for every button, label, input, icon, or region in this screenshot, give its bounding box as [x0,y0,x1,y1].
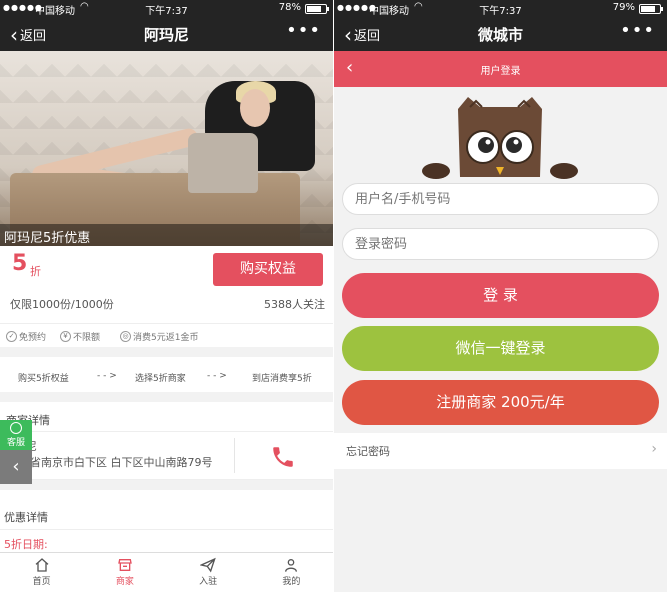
page-title: 微城市 [477,26,523,44]
phone-left-screen: ●●●●● 中国移动 ◠ 下午7:37 78% ‹ 返回 阿玛尼 ••• 阿玛尼… [0,0,333,592]
login-title: 用户登录 [480,66,521,77]
features-row: ✓ 免预约 ¥ 不限额 ◎ 消费5元返1金币 [0,323,333,347]
discount-value: 5 [12,251,28,276]
password-input[interactable] [342,228,659,260]
page-title: 阿玛尼 [143,26,189,44]
phone-right-screen: ●●●●● 中国移动 ◠ 下午7:37 79% ‹ 返回 微城市 ••• ‹ 用… [334,0,667,592]
status-bar: ●●●●● 中国移动 ◠ 下午7:37 79% [334,0,667,17]
battery-percent: 79% [612,2,635,13]
phone-call-icon[interactable] [270,444,296,470]
feature-no-booking: ✓ 免预约 [6,330,46,343]
login-button[interactable]: 登 录 [342,273,659,318]
login-header: ‹ 用户登录 [334,51,667,87]
shop-icon [118,559,132,571]
chevron-right-icon: › [651,441,657,457]
battery-icon [639,4,663,14]
step-arrow-1: - - > [97,371,117,381]
yen-circle-icon: ¥ [60,331,71,342]
step-3: 到店消费享5折 [252,374,312,384]
step-arrow-2: - - > [207,371,227,381]
merchant-address: 江苏省南京市白下区 白下区中山南路79号 [8,456,213,469]
stats-row: 仅限1000份/1000份 5388人关注 [0,294,333,314]
send-icon [200,557,216,573]
chat-icon [10,422,22,434]
float-back-button[interactable]: ‹ [0,450,32,484]
banner-caption: 阿玛尼5折优惠 [0,224,333,246]
battery-percent: 78% [278,2,301,13]
nav-bar: ‹ 返回 阿玛尼 ••• [0,17,333,51]
home-icon [35,558,49,572]
register-merchant-button[interactable]: 注册商家 200元/年 [342,380,659,425]
tab-mine[interactable]: 我的 [250,553,333,592]
quantity-limit: 仅限1000份/1000份 [10,298,114,311]
nav-bar: ‹ 返回 微城市 ••• [334,17,667,51]
owl-mascot [334,87,667,183]
discount-date-label: 5折日期: [4,538,48,551]
forgot-password-link[interactable]: 忘记密码 › [334,433,667,469]
tab-join[interactable]: 入驻 [167,553,250,592]
person-icon [285,559,298,572]
battery-icon [305,4,329,14]
coupon-section-title: 优惠详情 [0,500,333,530]
merchant-section-title: 商家详情 [0,402,333,432]
handbag-graphic [188,133,258,193]
forgot-password-label: 忘记密码 [346,445,390,458]
step-1: 购买5折权益 [18,374,69,384]
check-circle-icon: ✓ [6,331,17,342]
merchant-info[interactable]: 尼 江苏省南京市白下区 白下区中山南路79号 [0,432,333,480]
tab-shop[interactable]: 商家 [83,553,166,592]
follower-count: 5388人关注 [264,298,325,311]
tab-home[interactable]: 首页 [0,553,83,592]
customer-service-button[interactable]: 客服 [0,420,32,450]
status-bar: ●●●●● 中国移动 ◠ 下午7:37 78% [0,0,333,17]
feature-no-limit: ¥ 不限额 [60,330,100,343]
bottom-tab-bar: 首页 商家 入驻 我的 [0,552,333,592]
username-input[interactable] [342,183,659,215]
more-menu-icon[interactable]: ••• [286,20,321,41]
more-menu-icon[interactable]: ••• [620,20,655,41]
wechat-login-button[interactable]: 微信一键登录 [342,326,659,371]
deal-banner-image: 阿玛尼5折优惠 [0,51,333,246]
coin-circle-icon: ◎ [120,331,131,342]
buy-rights-button[interactable]: 购买权益 [213,253,323,286]
step-2: 选择5折商家 [135,374,186,384]
price-row: 5 折 购买权益 [0,246,333,294]
feature-coin-rebate: ◎ 消费5元返1金币 [120,330,198,343]
discount-unit: 折 [30,265,41,278]
owl-icon [422,97,578,179]
purchase-steps: 购买5折权益 - - > 选择5折商家 - - > 到店消费享5折 [0,362,333,392]
